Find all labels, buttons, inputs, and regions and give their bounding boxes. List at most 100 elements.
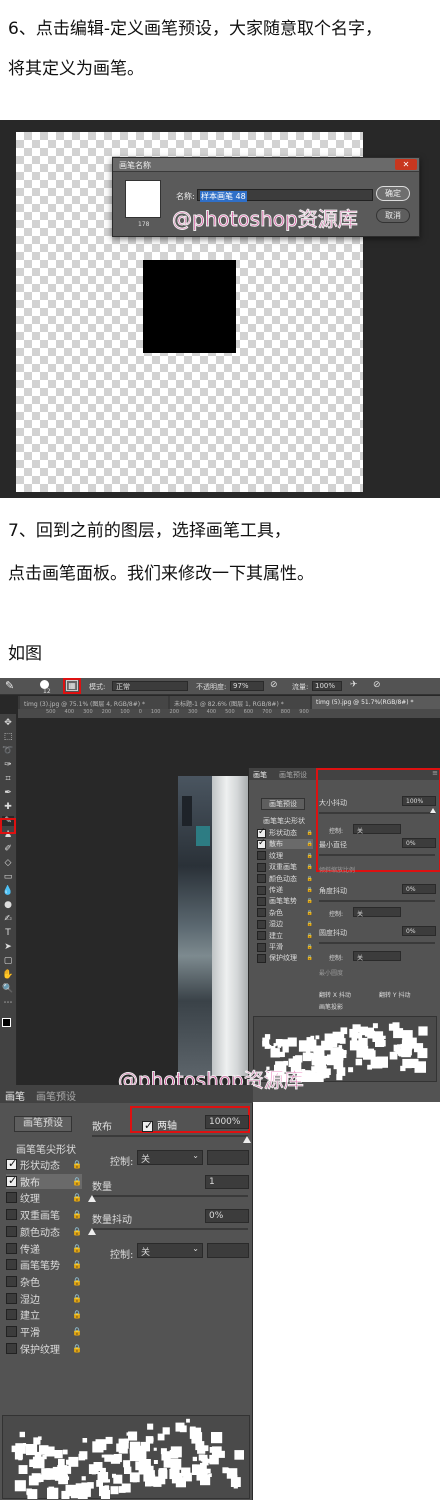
pen-tool-icon[interactable]: ✍ xyxy=(2,914,14,924)
crop-tool-icon[interactable]: ⌗ xyxy=(2,774,14,784)
brush-setting-6[interactable]: 画笔笔势 🔒 xyxy=(6,1257,82,1272)
mode-select[interactable]: 正常 xyxy=(112,681,188,691)
lock-icon[interactable]: 🔒 xyxy=(307,864,313,870)
ok-button[interactable]: 确定 xyxy=(376,186,410,201)
lasso-tool-icon[interactable]: ➰ xyxy=(2,746,14,756)
zoom-tool-icon[interactable]: 🔍 xyxy=(2,984,14,994)
count-jitter-slider-handle[interactable] xyxy=(88,1228,96,1235)
lock-icon[interactable]: 🔒 xyxy=(72,1177,82,1186)
slider-handle[interactable] xyxy=(430,808,436,813)
setting-checkbox[interactable] xyxy=(257,862,266,872)
brush-setting-8[interactable]: 湿边 🔒 xyxy=(6,1291,82,1306)
brush-setting-3[interactable]: 双重画笔 🔒 xyxy=(6,1207,82,1222)
lock-icon[interactable]: 🔒 xyxy=(307,944,313,950)
tab-brush-presets[interactable]: 画笔预设 xyxy=(279,770,307,780)
setting-checkbox[interactable] xyxy=(6,1209,17,1221)
brush-setting-9[interactable]: 建立 🔒 xyxy=(257,931,313,941)
setting-checkbox[interactable] xyxy=(257,885,266,895)
min-diameter-input[interactable]: 0% xyxy=(402,838,436,848)
lock-icon[interactable]: 🔒 xyxy=(72,1210,82,1219)
type-tool-icon[interactable]: T xyxy=(2,928,14,938)
airbrush-icon[interactable]: ✈ xyxy=(350,680,358,690)
lock-icon[interactable]: 🔒 xyxy=(72,1193,82,1202)
cancel-button[interactable]: 取消 xyxy=(376,208,410,223)
both-axes-checkbox[interactable] xyxy=(142,1119,153,1132)
foreground-color-swatch[interactable] xyxy=(2,1018,11,1027)
setting-checkbox[interactable] xyxy=(6,1174,17,1187)
control-extra-field[interactable] xyxy=(207,1150,249,1165)
lock-icon[interactable]: 🔒 xyxy=(72,1344,82,1353)
brush-setting-10[interactable]: 平滑 🔒 xyxy=(6,1324,82,1339)
lock-icon[interactable]: 🔒 xyxy=(307,876,313,882)
brush-setting-2[interactable]: 纹理 🔒 xyxy=(6,1190,82,1205)
count-slider-handle[interactable] xyxy=(88,1195,96,1202)
eraser-tool-icon[interactable]: ◇ xyxy=(2,858,14,868)
brush-setting-6[interactable]: 画笔笔势 🔒 xyxy=(257,896,313,906)
setting-checkbox[interactable] xyxy=(6,1326,17,1337)
control-select[interactable]: 关 ⌄ xyxy=(137,1243,203,1258)
lock-icon[interactable]: 🔒 xyxy=(307,898,313,904)
control-select[interactable]: 关 xyxy=(353,907,401,918)
setting-checkbox[interactable] xyxy=(6,1342,17,1354)
setting-checkbox[interactable] xyxy=(257,908,266,918)
pressure-opacity-icon[interactable]: ⊘ xyxy=(270,680,278,690)
scatter-input[interactable]: 1000% xyxy=(205,1115,249,1129)
brush-projection-checkbox[interactable]: 画笔投影 xyxy=(319,1002,343,1011)
tab-brush[interactable]: 画笔 xyxy=(253,770,267,780)
lock-icon[interactable]: 🔒 xyxy=(72,1227,82,1236)
roundness-jitter-slider[interactable] xyxy=(319,942,435,944)
setting-checkbox[interactable] xyxy=(6,1309,17,1321)
control-select[interactable]: 关 ⌄ xyxy=(137,1150,203,1165)
setting-checkbox[interactable] xyxy=(257,827,266,838)
lock-icon[interactable]: 🔒 xyxy=(307,933,313,939)
flow-input[interactable]: 100% xyxy=(312,681,342,691)
setting-checkbox[interactable] xyxy=(257,851,266,861)
control-extra-field[interactable] xyxy=(207,1243,249,1258)
history-brush-icon[interactable]: ✐ xyxy=(2,844,14,854)
brush-setting-4[interactable]: 颜色动态 🔒 xyxy=(6,1224,82,1239)
marquee-tool-icon[interactable]: ⬚ xyxy=(2,732,14,742)
quick-select-tool-icon[interactable]: ✑ xyxy=(2,760,14,770)
scatter-slider-handle[interactable] xyxy=(243,1136,251,1143)
setting-checkbox[interactable] xyxy=(6,1242,17,1254)
count-jitter-slider[interactable] xyxy=(92,1228,248,1230)
blur-tool-icon[interactable]: 💧 xyxy=(2,886,14,896)
lock-icon[interactable]: 🔒 xyxy=(72,1244,82,1253)
setting-checkbox[interactable] xyxy=(6,1157,17,1170)
brush-setting-7[interactable]: 杂色 🔒 xyxy=(6,1274,82,1289)
size-jitter-slider[interactable] xyxy=(319,812,435,814)
count-jitter-input[interactable]: 0% xyxy=(205,1209,249,1223)
flip-x-checkbox[interactable]: 翻转 X 抖动 xyxy=(319,990,351,999)
pressure-size-icon[interactable]: ⊘ xyxy=(373,680,381,690)
brush-setting-1[interactable]: 散布 🔒 xyxy=(257,838,313,850)
brush-setting-7[interactable]: 杂色 🔒 xyxy=(257,908,313,918)
lock-icon[interactable]: 🔒 xyxy=(307,910,313,916)
lock-icon[interactable]: 🔒 xyxy=(307,853,313,859)
setting-checkbox[interactable] xyxy=(6,1275,17,1287)
hand-tool-icon[interactable]: ✋ xyxy=(2,970,14,980)
healing-tool-icon[interactable]: ✚ xyxy=(2,802,14,812)
angle-jitter-input[interactable]: 0% xyxy=(402,884,436,894)
setting-checkbox[interactable] xyxy=(257,953,266,963)
brush-tip-shape[interactable]: 画笔笔尖形状 xyxy=(263,816,305,826)
setting-checkbox[interactable] xyxy=(257,919,266,929)
doc-tab-2[interactable]: 未标题-1 @ 82.6% (图层 1, RGB/8#) * xyxy=(170,696,310,709)
brush-setting-11[interactable]: 保护纹理 🔒 xyxy=(6,1341,82,1356)
setting-checkbox[interactable] xyxy=(257,931,266,941)
roundness-jitter-input[interactable]: 0% xyxy=(402,926,436,936)
min-diameter-slider[interactable] xyxy=(319,854,435,856)
close-icon[interactable]: ✕ xyxy=(395,159,417,170)
brush-setting-5[interactable]: 传递 🔒 xyxy=(6,1241,82,1256)
setting-checkbox[interactable] xyxy=(6,1292,17,1304)
setting-checkbox[interactable] xyxy=(6,1192,17,1204)
lock-icon[interactable]: 🔒 xyxy=(72,1294,82,1303)
tab-brush-presets[interactable]: 画笔预设 xyxy=(36,1088,76,1103)
brush-presets-button[interactable]: 画笔预设 xyxy=(261,798,305,810)
doc-tab-1[interactable]: timg (3).jpg @ 75.1% (图层 4, RGB/8#) * xyxy=(20,696,168,709)
gradient-tool-icon[interactable]: ▭ xyxy=(2,872,14,882)
brush-setting-8[interactable]: 湿边 🔒 xyxy=(257,919,313,929)
count-input[interactable]: 1 xyxy=(205,1175,249,1189)
brush-tip-shape[interactable]: 画笔笔尖形状 xyxy=(16,1141,76,1156)
setting-checkbox[interactable] xyxy=(257,942,266,952)
brush-setting-9[interactable]: 建立 🔒 xyxy=(6,1307,82,1322)
